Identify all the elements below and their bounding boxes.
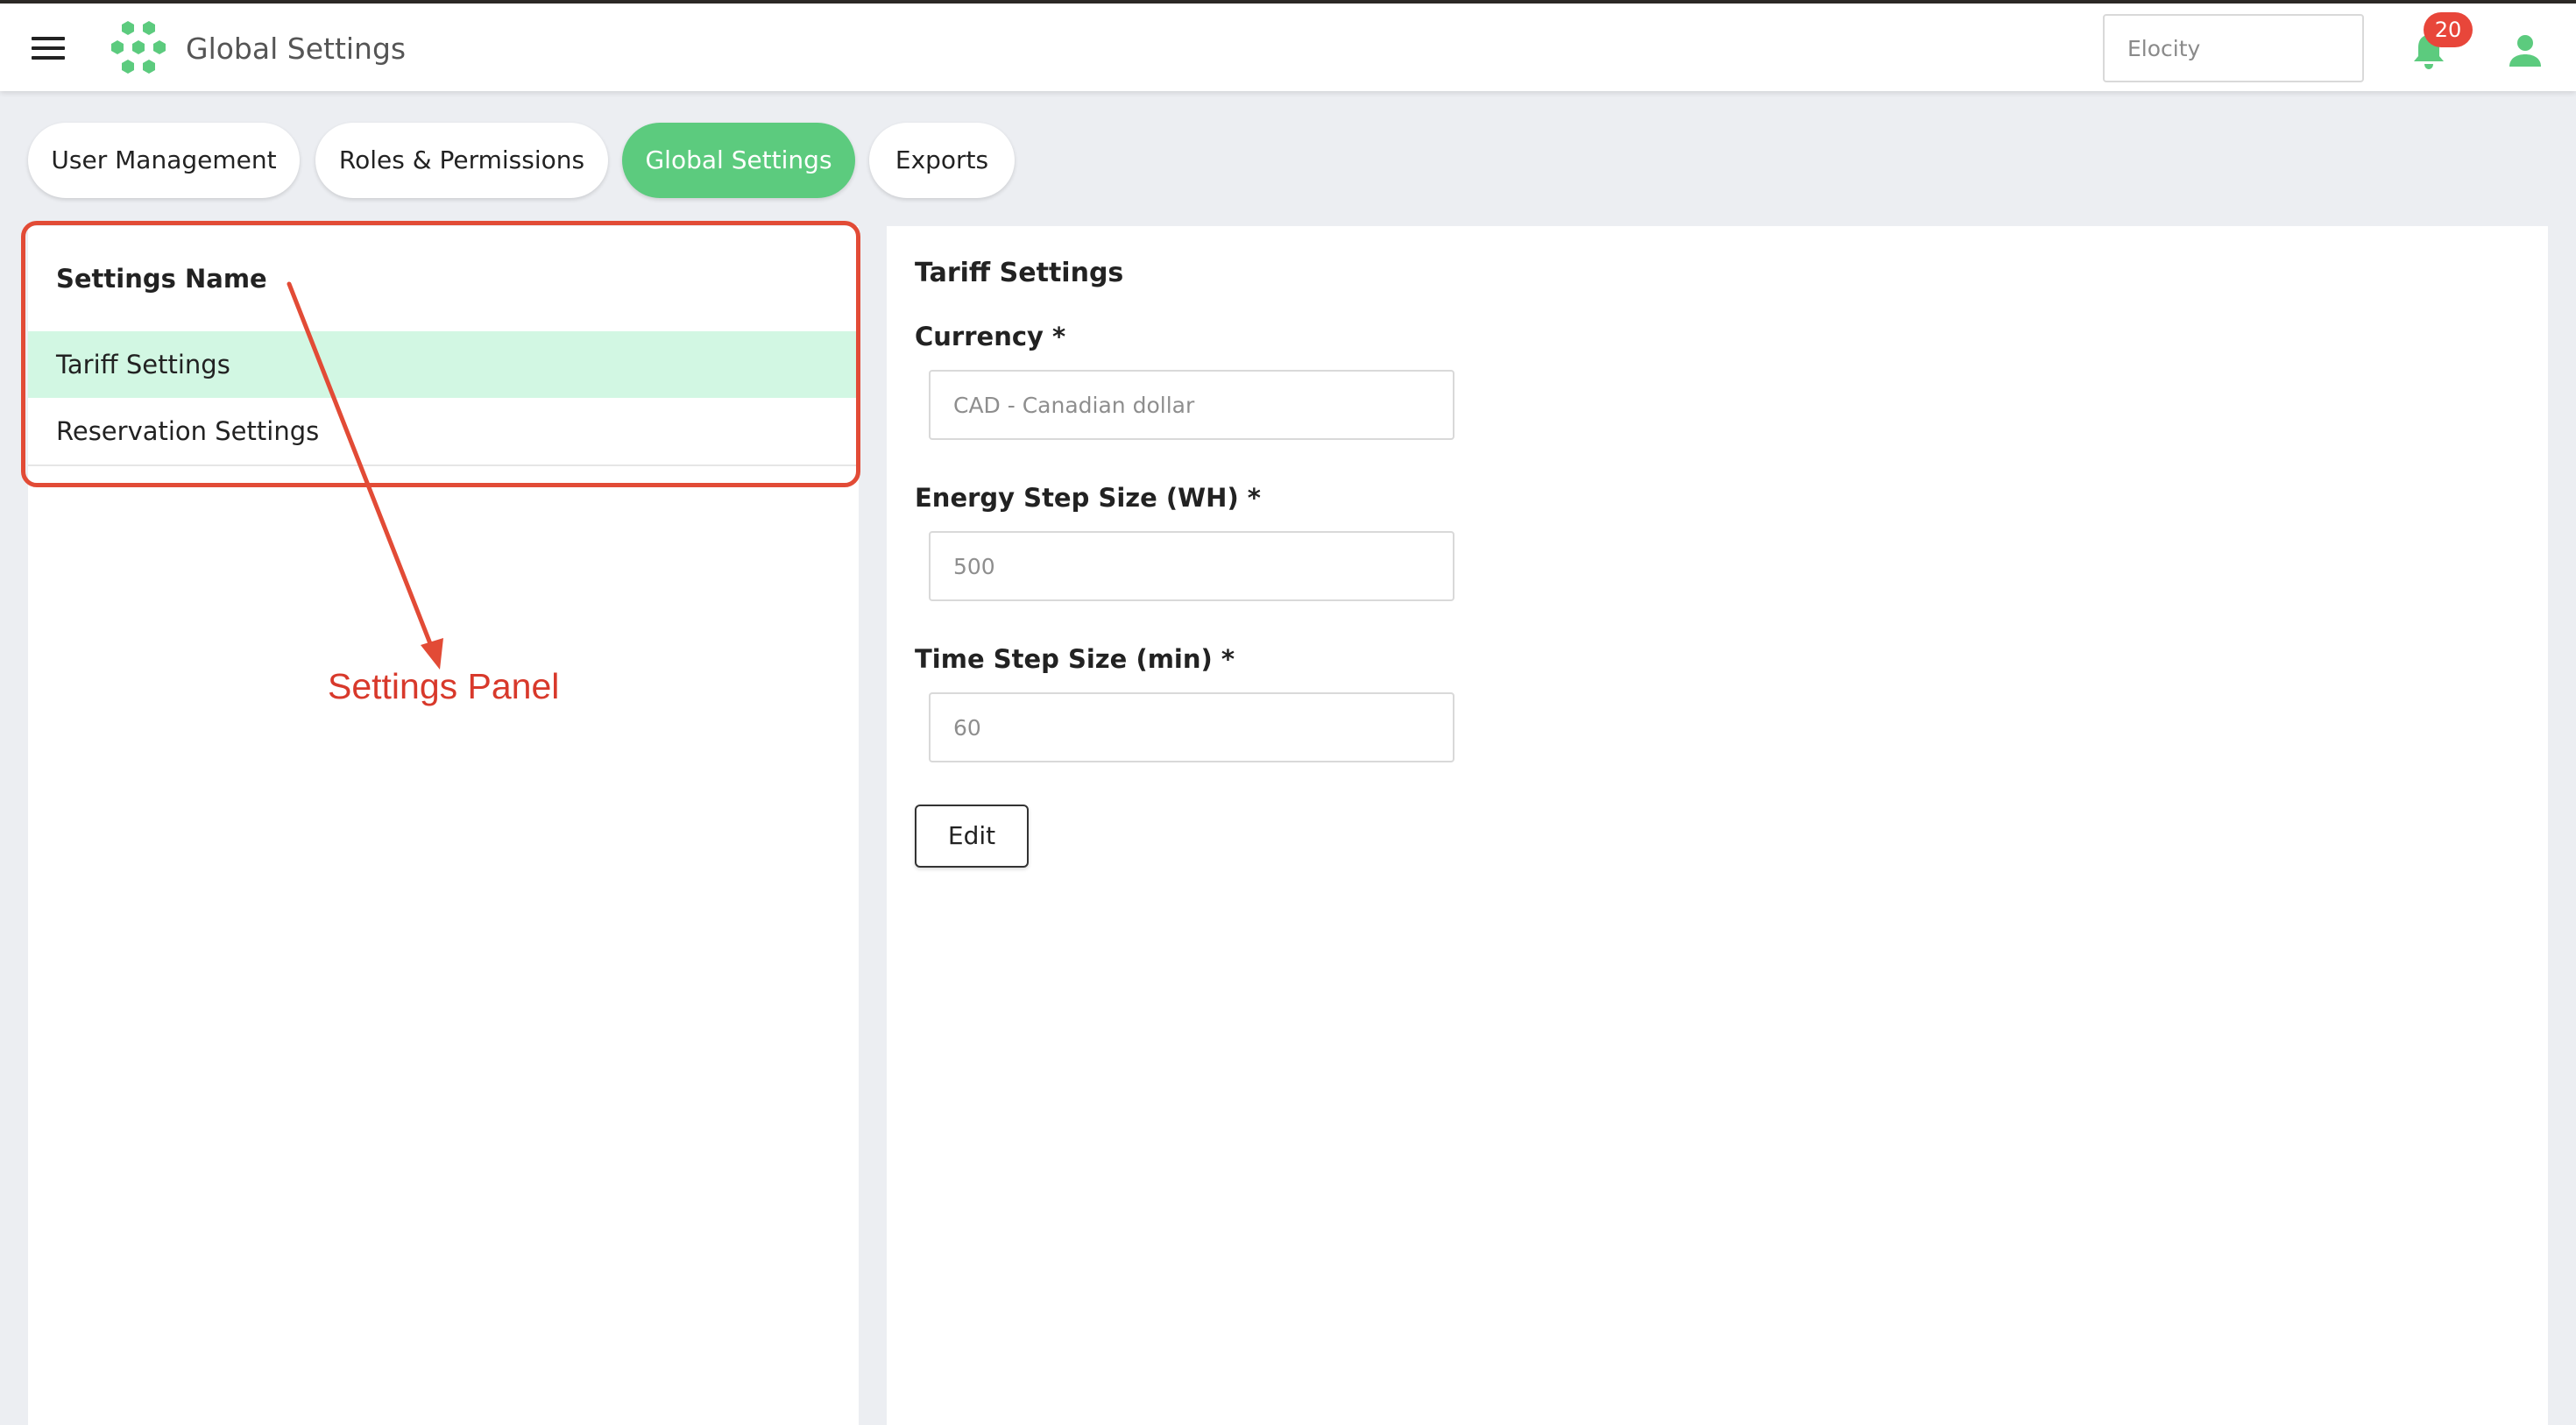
energy-step-field[interactable]: 500 <box>929 531 1454 601</box>
settings-item-label: Tariff Settings <box>56 350 230 379</box>
tariff-settings-panel: Tariff Settings Currency * CAD - Canadia… <box>887 226 2548 1425</box>
tab-exports[interactable]: Exports <box>869 123 1015 198</box>
notification-badge: 20 <box>2424 12 2473 47</box>
app-header: Global Settings Elocity 20 <box>0 4 2576 91</box>
menu-icon[interactable] <box>32 35 67 61</box>
settings-name-heading: Settings Name <box>56 264 267 294</box>
settings-item-tariff[interactable]: Tariff Settings <box>28 331 859 398</box>
time-step-value: 60 <box>953 715 981 741</box>
time-step-label: Time Step Size (min) * <box>915 644 1235 674</box>
tab-user-management[interactable]: User Management <box>28 123 300 198</box>
list-divider <box>28 464 859 466</box>
settings-item-label: Reservation Settings <box>56 416 320 446</box>
currency-value: CAD - Canadian dollar <box>953 393 1195 418</box>
tab-roles-permissions[interactable]: Roles & Permissions <box>315 123 608 198</box>
settings-panel: Settings Name Tariff Settings Reservatio… <box>28 226 859 1425</box>
currency-label: Currency * <box>915 322 1066 351</box>
energy-step-label: Energy Step Size (WH) * <box>915 483 1261 513</box>
settings-item-reservation[interactable]: Reservation Settings <box>28 398 859 464</box>
time-step-field[interactable]: 60 <box>929 692 1454 762</box>
user-icon[interactable] <box>2508 33 2543 68</box>
tenant-selector-value: Elocity <box>2127 36 2201 61</box>
hexagon-logo-icon <box>111 21 166 74</box>
section-title: Tariff Settings <box>915 258 1124 288</box>
currency-field[interactable]: CAD - Canadian dollar <box>929 370 1454 440</box>
page-title: Global Settings <box>186 32 407 66</box>
energy-step-value: 500 <box>953 554 995 579</box>
annotation-label: Settings Panel <box>328 666 560 706</box>
tenant-selector[interactable]: Elocity <box>2103 14 2364 82</box>
edit-button[interactable]: Edit <box>915 805 1029 868</box>
tab-global-settings[interactable]: Global Settings <box>622 123 855 198</box>
